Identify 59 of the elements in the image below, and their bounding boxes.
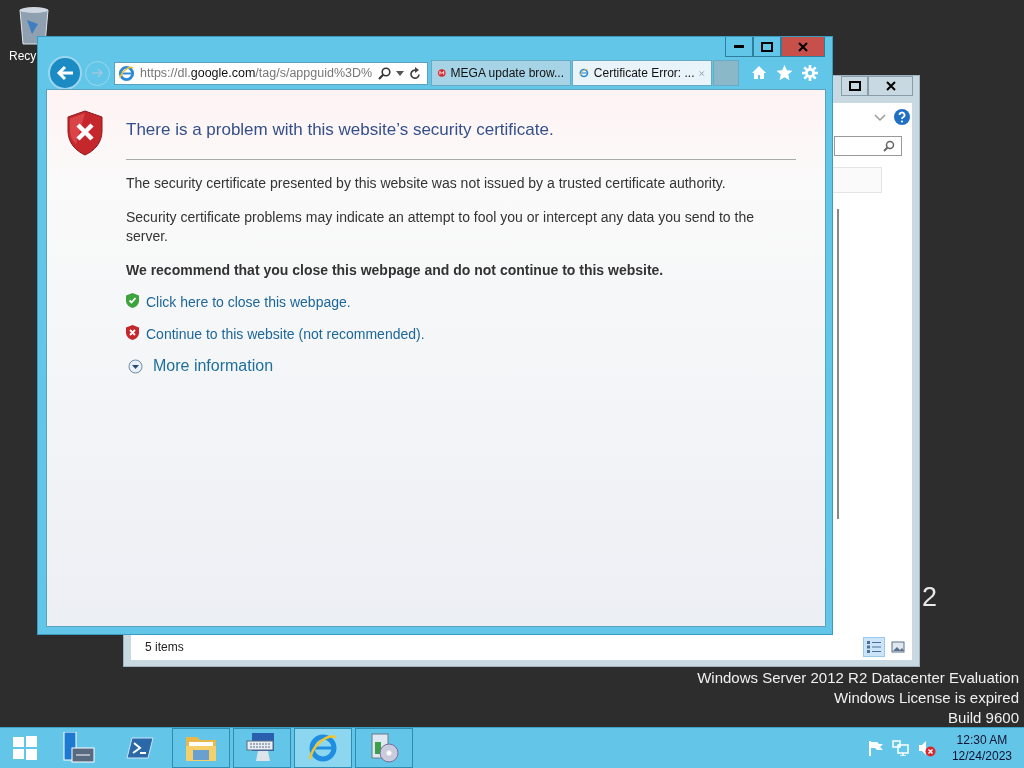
minimize-icon	[734, 44, 744, 49]
browser-tab[interactable]: Certificate Error: ...	[572, 60, 712, 86]
page-link[interactable]: Continue to this website (not recommended).	[146, 325, 425, 344]
close-button[interactable]	[868, 76, 913, 96]
maximize-icon	[761, 41, 773, 52]
license-text: Windows Server 2012 R2 Datacenter Evaluation	[697, 668, 1019, 688]
muted-speaker-icon[interactable]	[917, 739, 936, 757]
maximize-button[interactable]	[841, 76, 868, 96]
message-text: The security certificate presented by this website was not issued by a trusted certificate authority.	[126, 174, 727, 193]
expand-icon[interactable]	[128, 358, 143, 374]
search-icon	[883, 140, 895, 152]
close-icon	[798, 41, 808, 52]
details-view-button[interactable]	[863, 637, 885, 657]
search-field[interactable]	[834, 136, 902, 156]
check-shield-icon	[126, 293, 139, 308]
license-text: Build 9600	[948, 708, 1019, 728]
browser-tab[interactable]: MEGA update brow...	[431, 60, 571, 86]
circle-logo-icon	[438, 66, 446, 80]
windows-logo-icon	[13, 736, 37, 760]
error-heading: There is a problem with this website’s security certificate.	[126, 120, 555, 140]
minimize-button[interactable]	[725, 37, 753, 57]
taskbar-app-button[interactable]	[233, 728, 291, 768]
search-icon[interactable]	[378, 66, 391, 80]
details-list-icon	[866, 640, 882, 654]
recycle-bin-icon[interactable]	[17, 6, 51, 46]
desktop-icon-label[interactable]: Recy	[9, 49, 37, 63]
server-toolbox-icon	[62, 732, 96, 764]
maximize-button[interactable]	[753, 37, 781, 57]
clock-date[interactable]: 12/24/2023	[951, 748, 1012, 764]
image-icon	[891, 641, 905, 653]
browser-logo-icon	[307, 732, 339, 764]
back-arrow-icon	[56, 65, 74, 81]
message-text: Security certificate problems may indicate an attempt to fool you or intercept any data you send to the server.	[126, 208, 755, 246]
url-text: https://dl.google.com/tag/s/appguid%3D%	[140, 66, 373, 80]
taskbar-app-button[interactable]	[172, 728, 230, 768]
message-text: We recommend that you close this webpage and do not continue to this website.	[126, 261, 665, 280]
page-link[interactable]: Click here to close this webpage.	[146, 293, 351, 312]
item-count: 5 items	[145, 640, 184, 654]
maximize-icon	[848, 81, 861, 91]
license-text: Windows License is expired	[833, 688, 1019, 708]
refresh-icon[interactable]	[409, 66, 421, 80]
back-button[interactable]	[48, 56, 82, 90]
help-icon[interactable]	[894, 109, 910, 125]
error-shield-icon	[126, 325, 139, 340]
forward-arrow-icon	[91, 68, 104, 78]
error-shield-icon	[66, 110, 104, 156]
chevron-icon[interactable]	[874, 114, 886, 122]
edition-text: 2	[922, 581, 938, 614]
folder-icon	[185, 734, 217, 762]
more-information-link[interactable]: More information	[153, 357, 274, 375]
browser-logo-icon	[118, 64, 135, 82]
clock-time[interactable]: 12:30 AM	[956, 732, 1008, 748]
taskbar-app-button[interactable]	[355, 728, 413, 768]
favorites-star-icon[interactable]	[776, 65, 793, 81]
taskbar-app-button[interactable]	[294, 728, 352, 768]
terminal-icon	[126, 736, 154, 760]
address-bar[interactable]: https://dl.google.com/tag/s/appguid%3D%	[114, 61, 428, 85]
installer-disc-icon	[368, 732, 400, 764]
close-icon	[885, 81, 896, 91]
